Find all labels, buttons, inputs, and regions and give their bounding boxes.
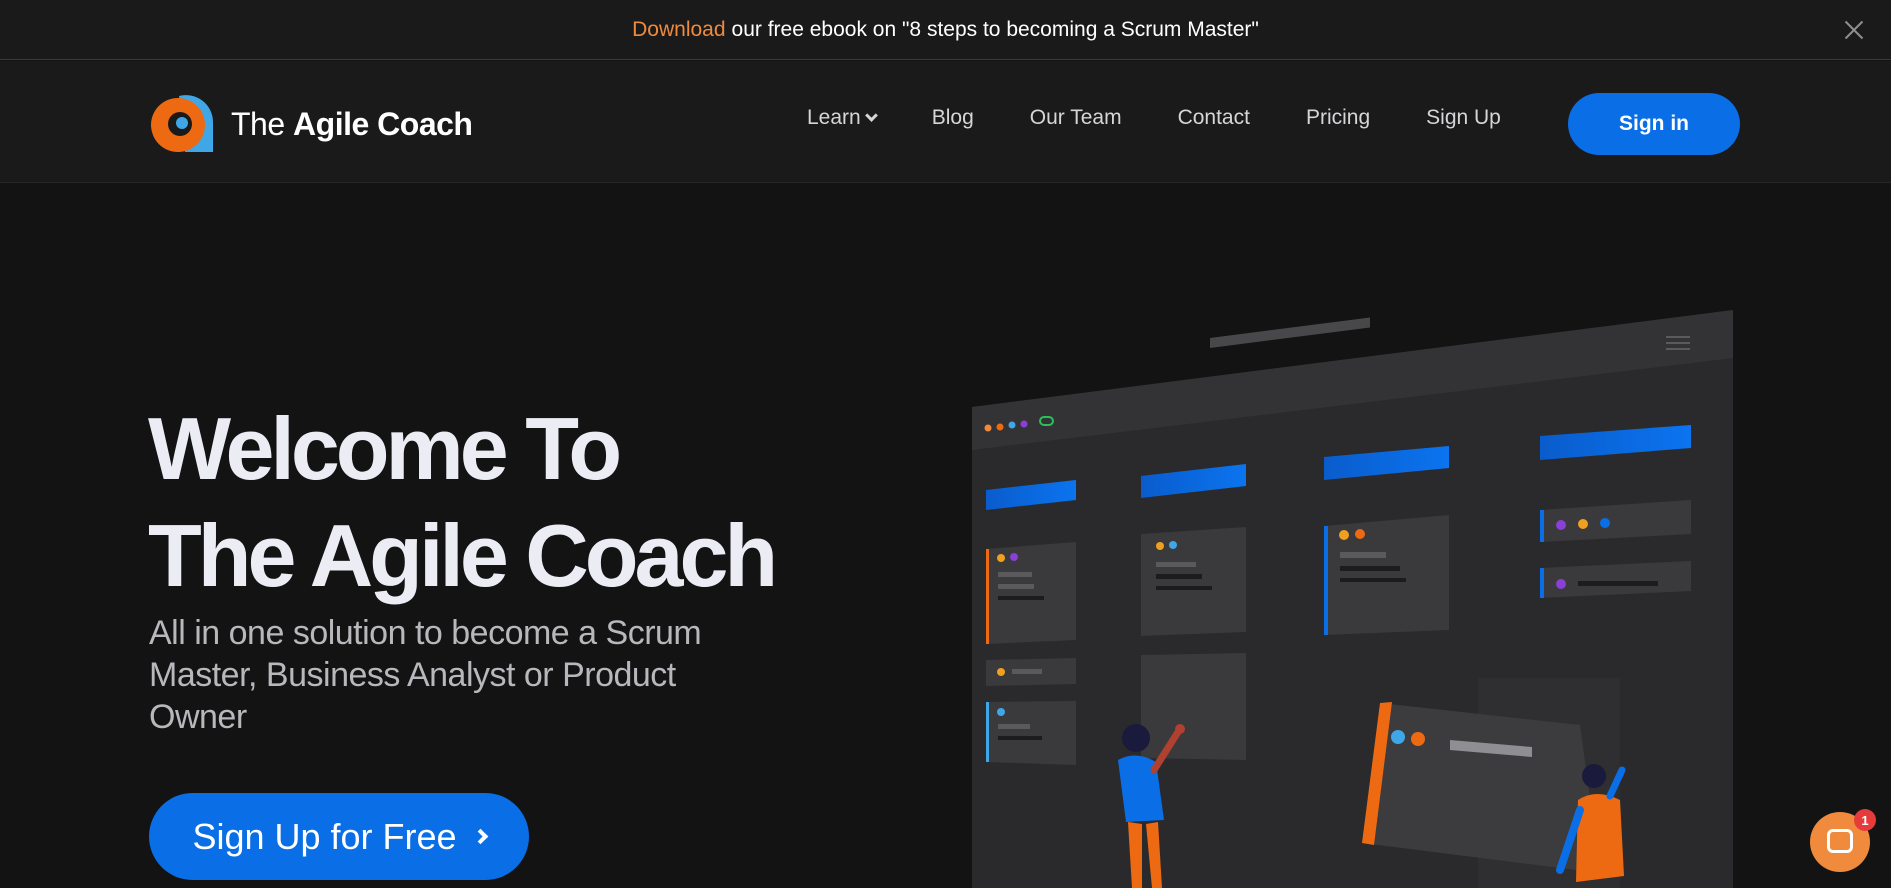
- sign-in-button[interactable]: Sign in: [1568, 93, 1740, 155]
- nav-item-learn[interactable]: Learn: [807, 106, 878, 130]
- download-link[interactable]: Download: [632, 18, 725, 42]
- kanban-board-illustration: [972, 310, 1733, 888]
- main-menu: Learn Blog Our Team Contact Pricing Sign…: [807, 106, 1557, 130]
- chevron-down-icon: [864, 109, 878, 122]
- nav-item-sign-up[interactable]: Sign Up: [1426, 106, 1501, 130]
- chat-launcher-button[interactable]: 1: [1810, 809, 1876, 872]
- nav-item-label: Blog: [931, 106, 974, 129]
- banner-text: our free ebook on "8 steps to becoming a…: [731, 17, 1259, 41]
- nav-item-pricing[interactable]: Pricing: [1306, 106, 1370, 130]
- top-navigation: The Agile Coach Learn Blog Our Team Cont…: [0, 61, 1891, 183]
- nav-item-label: Contact: [1177, 106, 1250, 129]
- hero-subtitle: All in one solution to become a Scrum Ma…: [149, 614, 702, 736]
- announcement-banner: Download our free ebook on "8 steps to b…: [0, 0, 1891, 60]
- hero-title: Welcome To The Agile Coach: [148, 395, 778, 609]
- brand-bold: Agile Coach: [293, 105, 473, 142]
- agile-coach-logo-icon: [151, 95, 213, 152]
- close-icon[interactable]: [1837, 13, 1871, 47]
- notification-badge: 1: [1854, 809, 1876, 831]
- nav-item-label: Pricing: [1305, 106, 1371, 129]
- nav-item-label: Our Team: [1029, 106, 1122, 129]
- nav-item-contact[interactable]: Contact: [1178, 106, 1250, 130]
- sign-up-free-button[interactable]: Sign Up for Free: [149, 793, 529, 880]
- chat-bubble-icon: [1827, 829, 1853, 853]
- brand-logo[interactable]: The Agile Coach: [151, 94, 473, 154]
- hero-title-line2: The Agile Coach: [148, 506, 778, 605]
- nav-item-label: Sign Up: [1426, 106, 1501, 129]
- nav-item-blog[interactable]: Blog: [932, 106, 974, 130]
- hero-title-line1: Welcome To: [148, 399, 622, 498]
- nav-item-label: Learn: [807, 106, 861, 129]
- brand-name: The Agile Coach: [231, 105, 473, 143]
- cta-label: Sign Up for Free: [192, 815, 457, 857]
- chevron-right-icon: [472, 828, 488, 845]
- brand-prefix: The: [231, 105, 285, 142]
- nav-item-our-team[interactable]: Our Team: [1030, 106, 1122, 130]
